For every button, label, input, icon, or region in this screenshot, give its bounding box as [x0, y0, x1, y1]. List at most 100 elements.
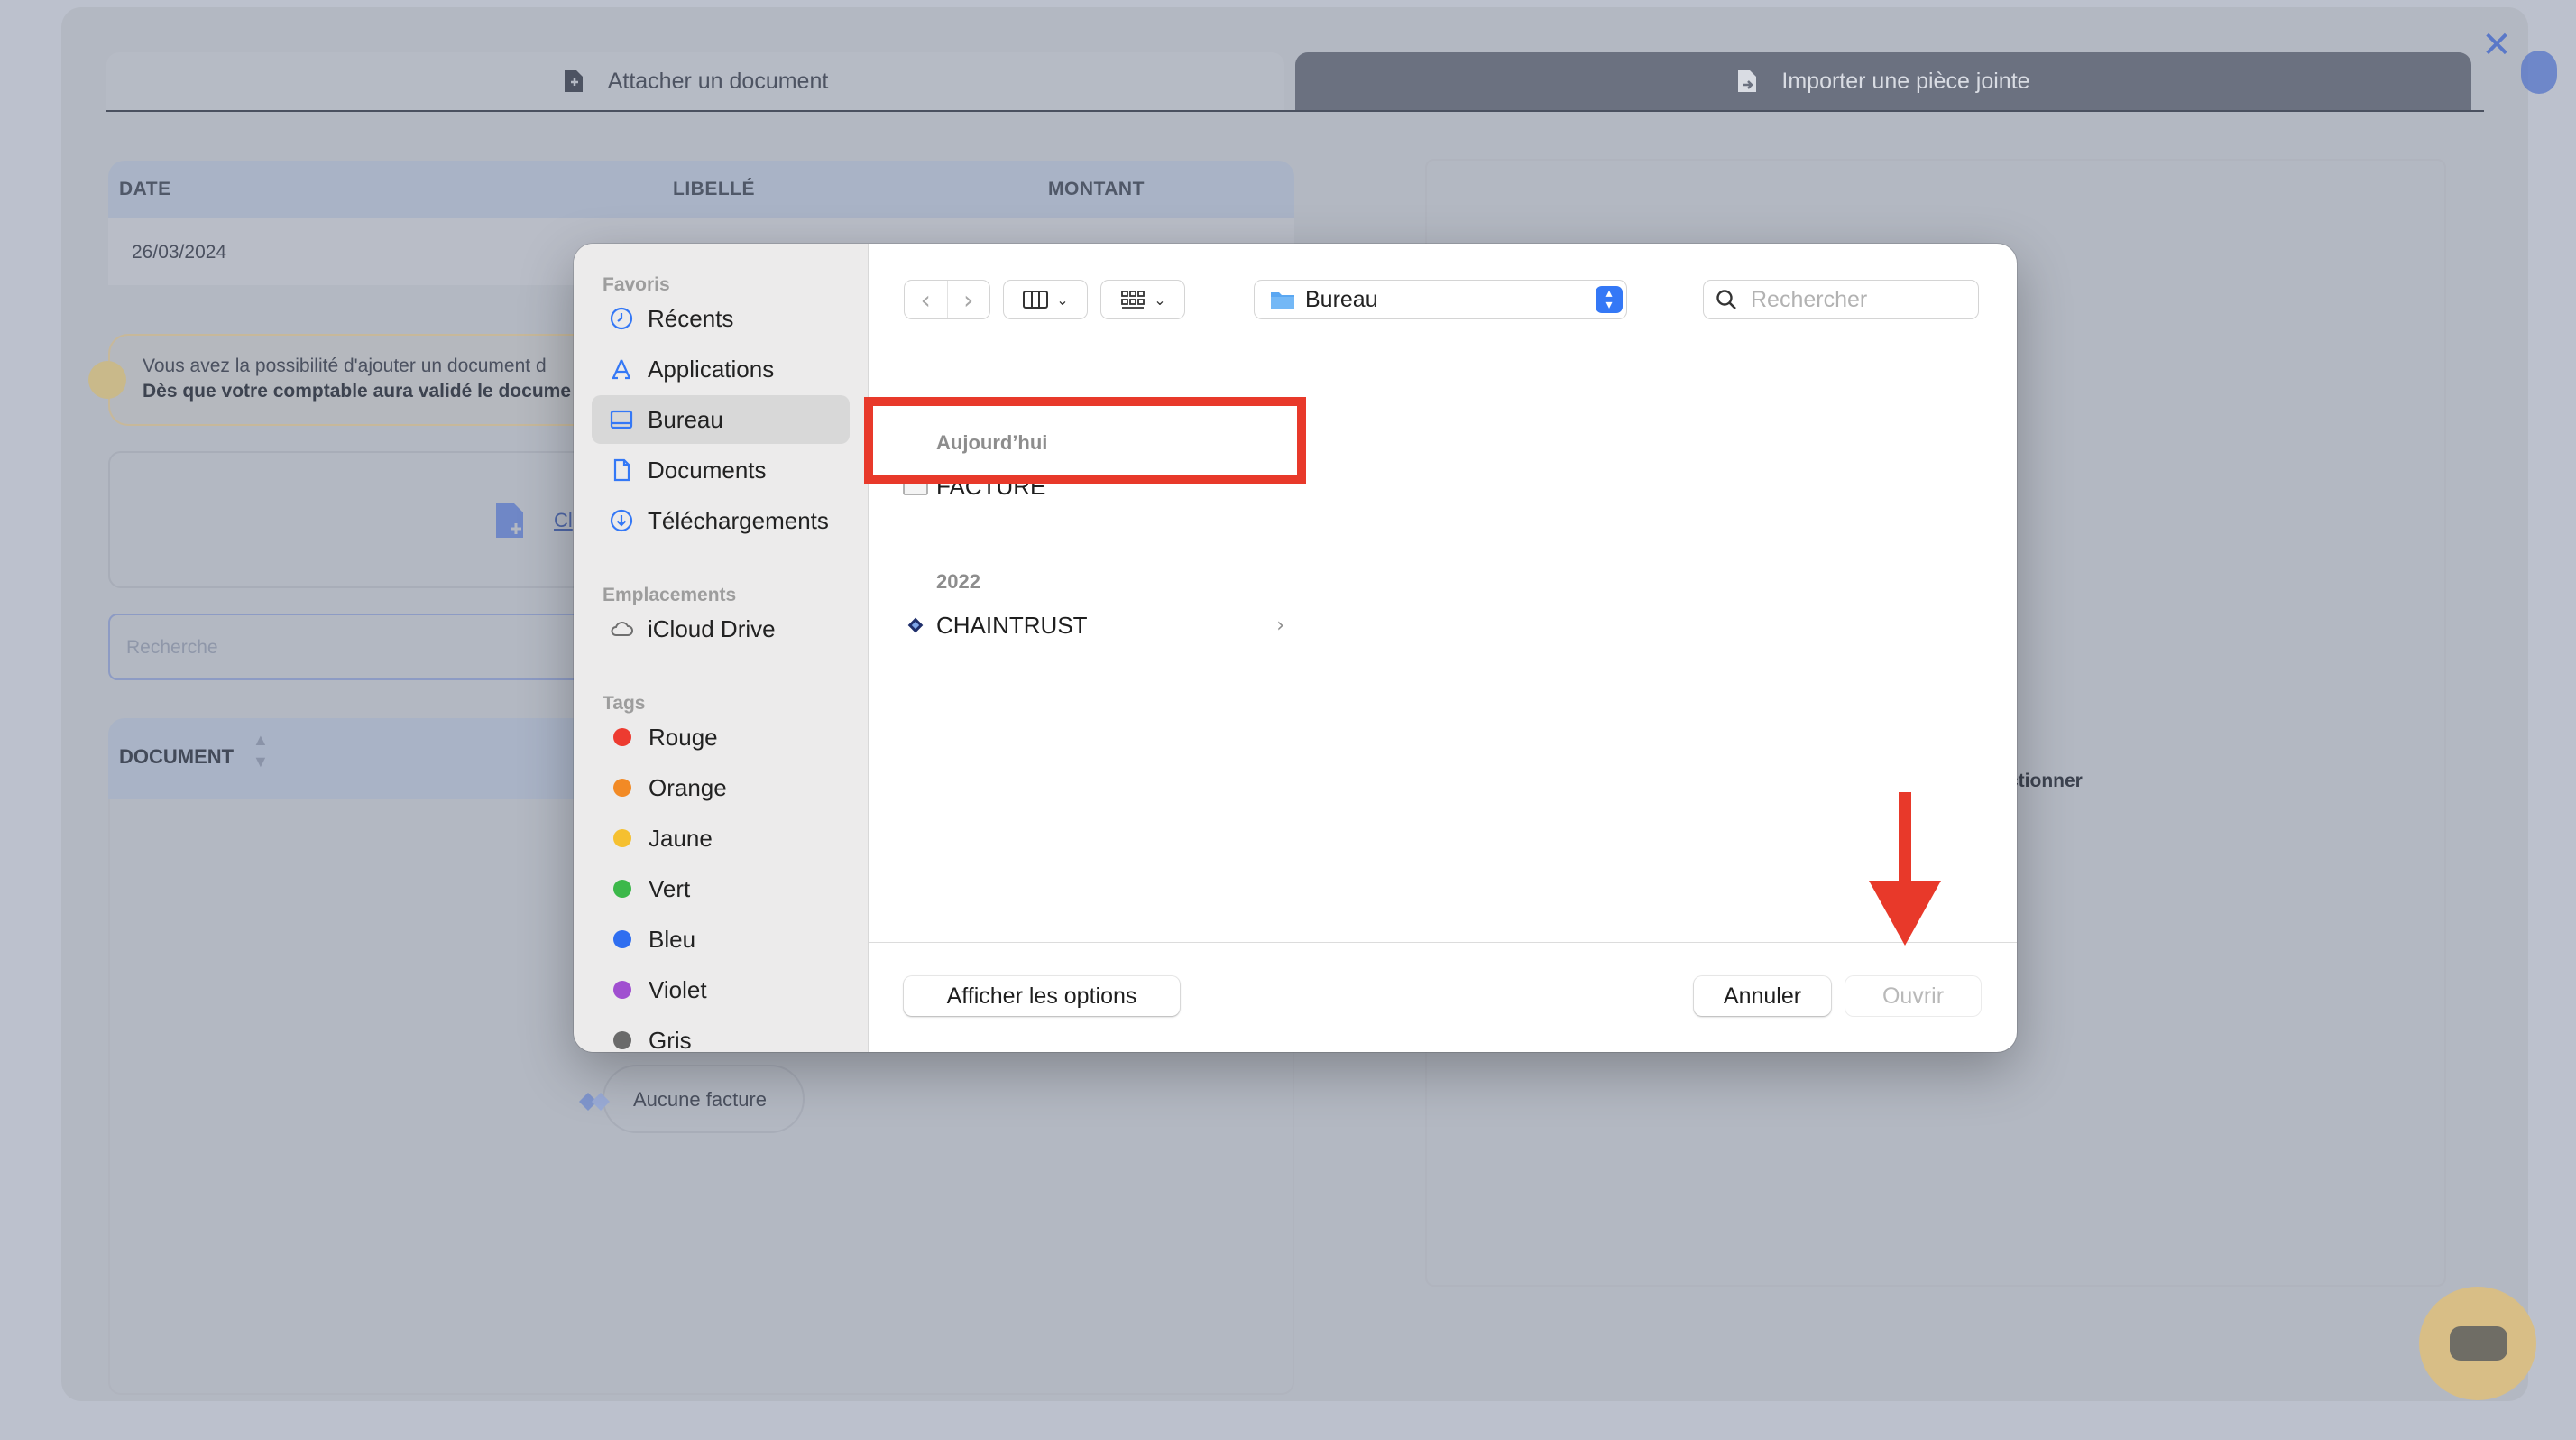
- sidebar-item-documents[interactable]: Documents: [592, 446, 850, 494]
- tag-dot-icon: [613, 728, 631, 746]
- sidebar-tag-purple[interactable]: Violet: [592, 965, 850, 1014]
- group-view-button[interactable]: ⌄: [1100, 280, 1185, 319]
- empty-invoice-icon: [579, 1093, 610, 1111]
- column-header-document: DOCUMENT: [119, 745, 235, 768]
- sidebar-tag-orange[interactable]: Orange: [592, 763, 850, 812]
- sidebar-section-tags: Tags: [603, 693, 646, 714]
- chevron-left-icon: ‹: [920, 284, 931, 315]
- applications-icon: [608, 355, 635, 383]
- tag-dot-icon: [613, 829, 631, 847]
- sidebar-item-label: Jaune: [649, 824, 713, 852]
- tag-dot-icon: [613, 930, 631, 948]
- upload-link[interactable]: Cl: [554, 509, 574, 532]
- preview-panel-text: ctionner: [2008, 771, 2083, 791]
- forward-button[interactable]: ›: [946, 281, 990, 318]
- location-selector[interactable]: Bureau ▴ ▾: [1254, 280, 1627, 319]
- file-name: CHAINTRUST: [936, 611, 1088, 639]
- column-view-button[interactable]: ⌄: [1003, 280, 1088, 319]
- tab-attach-label: Attacher un document: [607, 68, 829, 94]
- info-text-line2: Dès que votre comptable aura validé le d…: [143, 381, 571, 402]
- sort-icon[interactable]: ▲ ▼: [253, 729, 269, 772]
- lightbulb-icon: [88, 361, 126, 399]
- file-add-icon: [563, 69, 584, 94]
- sidebar-item-label: Bureau: [648, 405, 723, 433]
- search-icon: [1716, 290, 1736, 309]
- navigation-buttons: ‹ ›: [904, 280, 990, 319]
- section-2022: 2022: [936, 570, 980, 593]
- desktop-icon: [608, 406, 635, 433]
- tag-dot-icon: [613, 880, 631, 898]
- sidebar-section-favorites: Favoris: [603, 274, 670, 295]
- tab-attach-document[interactable]: Attacher un document: [106, 52, 1284, 110]
- updown-chevron-icon: ▴ ▾: [1596, 286, 1623, 313]
- avatar: [2521, 51, 2557, 94]
- chevron-right-icon: ›: [1276, 614, 1284, 637]
- sidebar-item-label: iCloud Drive: [648, 614, 776, 642]
- grid-icon: [1121, 291, 1145, 309]
- folder-icon: [1271, 292, 1294, 309]
- file-item-chaintrust[interactable]: CHAINTRUST ›: [889, 601, 1299, 650]
- download-icon: [608, 507, 635, 534]
- file-open-dialog: Favoris Récents Applications Bureau Docu…: [574, 244, 2017, 1052]
- info-text-line1: Vous avez la possibilité d'ajouter un do…: [143, 355, 547, 376]
- search-input[interactable]: [1751, 286, 1958, 313]
- cloud-icon: [608, 615, 635, 642]
- sidebar-item-downloads[interactable]: Téléchargements: [592, 496, 850, 545]
- dialog-toolbar: ‹ › ⌄ ⌄ Bureau ▴ ▾: [869, 244, 2017, 355]
- sidebar-item-label: Vert: [649, 874, 691, 902]
- column-header-label: LIBELLÉ: [673, 179, 755, 199]
- file-import-icon: [1736, 69, 1758, 94]
- chat-bubble-icon: [2450, 1326, 2507, 1361]
- chevron-down-icon: ⌄: [1056, 291, 1069, 309]
- annotation-highlight-box: [864, 397, 1306, 484]
- sidebar-tag-gray[interactable]: Gris: [592, 1016, 850, 1052]
- finder-search-field[interactable]: [1703, 280, 1979, 319]
- sidebar-item-label: Gris: [649, 1026, 692, 1053]
- sidebar-section-locations: Emplacements: [603, 585, 737, 605]
- tab-bar: Attacher un document Importer une pièce …: [106, 52, 2484, 112]
- tag-dot-icon: [613, 1031, 631, 1049]
- show-options-button[interactable]: Afficher les options: [904, 976, 1180, 1016]
- sidebar-item-label: Téléchargements: [648, 506, 829, 534]
- annotation-arrow-icon: [1869, 792, 1941, 946]
- back-button[interactable]: ‹: [905, 281, 947, 318]
- sidebar-tag-red[interactable]: Rouge: [592, 713, 850, 762]
- file-upload-icon: [496, 503, 523, 538]
- tag-dot-icon: [613, 981, 631, 999]
- sidebar-item-label: Orange: [649, 773, 727, 801]
- sidebar-item-label: Applications: [648, 355, 775, 383]
- sidebar-item-label: Bleu: [649, 925, 696, 953]
- tab-import-label: Importer une pièce jointe: [1781, 68, 2030, 94]
- sidebar-tag-yellow[interactable]: Jaune: [592, 814, 850, 863]
- sidebar-item-applications[interactable]: Applications: [592, 345, 850, 393]
- sidebar-item-recents[interactable]: Récents: [592, 294, 850, 343]
- background-search-placeholder: Recherche: [126, 637, 218, 658]
- transaction-table-header: DATE LIBELLÉ MONTANT: [108, 161, 1294, 218]
- chevron-down-icon: ⌄: [1154, 291, 1166, 309]
- sidebar-item-label: Documents: [648, 456, 767, 484]
- empty-state-text: Aucune facture: [633, 1088, 767, 1111]
- column-header-date: DATE: [119, 179, 171, 199]
- chaintrust-logo-icon: [902, 614, 929, 636]
- tag-dot-icon: [613, 779, 631, 797]
- open-button[interactable]: Ouvrir: [1845, 976, 1981, 1016]
- chat-button[interactable]: [2419, 1287, 2536, 1400]
- columns-icon: [1023, 291, 1049, 309]
- sidebar-tag-green[interactable]: Vert: [592, 864, 850, 913]
- sidebar-item-icloud-drive[interactable]: iCloud Drive: [592, 605, 850, 653]
- sidebar-item-desktop[interactable]: Bureau: [592, 395, 850, 444]
- clock-icon: [608, 305, 635, 332]
- sidebar-tag-blue[interactable]: Bleu: [592, 915, 850, 964]
- sidebar-item-label: Violet: [649, 975, 707, 1003]
- sidebar-item-label: Rouge: [649, 723, 718, 751]
- row-date: 26/03/2024: [132, 242, 227, 263]
- cancel-button[interactable]: Annuler: [1694, 976, 1831, 1016]
- document-icon: [608, 457, 635, 484]
- close-icon[interactable]: ✕: [2479, 27, 2515, 63]
- chevron-right-icon: ›: [963, 284, 974, 315]
- sidebar-item-label: Récents: [648, 304, 734, 332]
- tab-import-attachment[interactable]: Importer une pièce jointe: [1295, 52, 2471, 110]
- dialog-sidebar: Favoris Récents Applications Bureau Docu…: [574, 244, 869, 1052]
- location-label: Bureau: [1305, 286, 1378, 312]
- column-header-amount: MONTANT: [1048, 179, 1145, 199]
